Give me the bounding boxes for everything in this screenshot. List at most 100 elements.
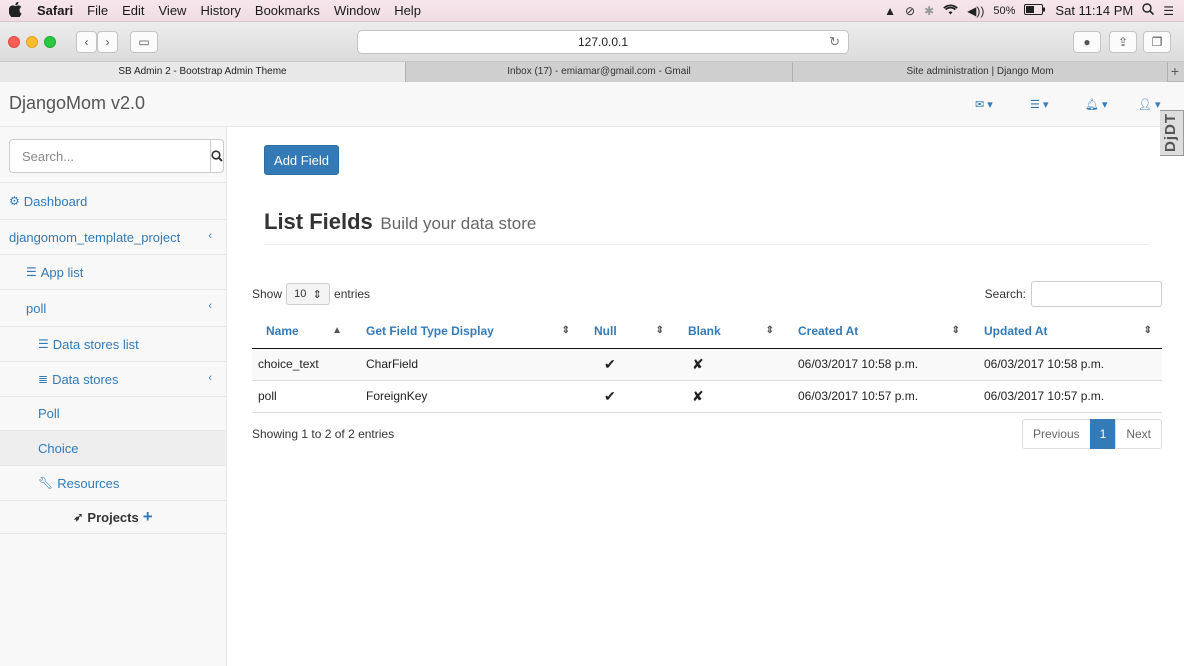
pagination-previous[interactable]: Previous (1021, 419, 1091, 449)
sidebar-search-input[interactable] (9, 139, 210, 173)
app-navbar: DjangoMom v2.0 ✉ ▾ ☰ ▾ 🔔︎ ▾ 👤︎ ▾ DjDT (0, 82, 1184, 156)
entries-per-page-value: 10 (294, 288, 307, 300)
cross-icon: ✘ (692, 387, 704, 404)
tabs-overview-button[interactable]: ❐ (1143, 31, 1171, 53)
reload-icon[interactable]: ↻ (829, 31, 840, 53)
sidebar-item-data-stores-list[interactable]: ☰ Data stores list (0, 327, 226, 362)
browser-tab-gmail[interactable]: Inbox (17) - emiamar@gmail.com - Gmail (406, 62, 793, 82)
sidebar-item-poll-app[interactable]: poll ‹ (0, 290, 226, 327)
address-bar[interactable]: 127.0.0.1 ↻ (357, 30, 849, 54)
url-text: 127.0.0.1 (577, 35, 629, 49)
table-info: Showing 1 to 2 of 2 entries (252, 427, 395, 441)
column-header-updated-at[interactable]: Updated At ⇕ (970, 315, 1162, 349)
chevron-left-icon: ‹ (208, 372, 212, 384)
menu-help[interactable]: Help (387, 3, 428, 18)
messages-dropdown[interactable]: ✉ ▾ (975, 98, 993, 111)
pagination-next[interactable]: Next (1115, 419, 1162, 449)
sidebar-item-label: Resources (57, 475, 120, 491)
column-header-created-at[interactable]: Created At ⇕ (784, 315, 970, 349)
share-button[interactable]: ⇪ (1109, 31, 1137, 53)
chevron-left-icon: ‹ (84, 35, 89, 49)
column-header-label: Null (594, 324, 617, 339)
bluetooth-icon[interactable]: ✱ (924, 4, 934, 18)
column-header-label: Name (266, 324, 299, 339)
minimize-window-button[interactable] (26, 36, 38, 48)
user-dropdown[interactable]: 👤︎ ▾ (1138, 98, 1161, 111)
cell-updated-at: 06/03/2017 10:58 p.m. (970, 347, 1162, 380)
sidebar-item-label: Dashboard (23, 193, 88, 209)
sidebar-toggle-button[interactable]: ▭ (130, 31, 158, 53)
browser-tab-django-admin[interactable]: Site administration | Django Mom (793, 62, 1168, 82)
plus-icon[interactable]: + (143, 507, 153, 527)
sidebar-item-choice-model[interactable]: Choice (0, 431, 226, 466)
table-filter: Search: (985, 281, 1162, 307)
sidebar-item-resources[interactable]: 🔧︎ Resources (0, 466, 226, 501)
pagination-page-1[interactable]: 1 (1089, 419, 1117, 449)
caret-down-icon: ▾ (1042, 99, 1049, 111)
zoom-window-button[interactable] (44, 36, 56, 48)
downloads-button[interactable]: ● (1073, 31, 1101, 53)
column-header-field-type[interactable]: Get Field Type Display ⇕ (352, 315, 580, 349)
browser-tab-sb-admin[interactable]: SB Admin 2 - Bootstrap Admin Theme (0, 62, 406, 82)
menu-app-name[interactable]: Safari (30, 3, 80, 18)
sidebar-item-label: Data stores (52, 371, 119, 387)
back-button[interactable]: ‹ (76, 31, 97, 53)
new-tab-button[interactable]: + (1168, 62, 1182, 81)
cell-blank: ✘ (674, 347, 784, 380)
list-icon: ☰ (26, 265, 37, 279)
notification-center-icon[interactable]: ☰ (1163, 4, 1174, 18)
menu-view[interactable]: View (152, 3, 194, 18)
column-header-label: Created At (798, 324, 859, 339)
volume-icon[interactable]: ◀)) (967, 4, 984, 18)
sidebar-item-label: App list (40, 264, 84, 280)
forward-button[interactable]: › (97, 31, 118, 53)
entries-per-page-select[interactable]: 10 ⇕ (286, 283, 331, 305)
menubar-status-area: ▲ ⊘ ✱ ◀)) 50% Sat 11:14 PM ☰ (884, 3, 1184, 18)
spotlight-search-icon[interactable] (1142, 3, 1155, 18)
cell-null: ✔ (580, 347, 674, 380)
show-label: Show (252, 287, 283, 301)
add-field-button[interactable]: Add Field (264, 145, 339, 175)
alerts-dropdown[interactable]: 🔔︎ ▾ (1085, 98, 1108, 111)
menu-file[interactable]: File (80, 3, 115, 18)
sidebar-item-dashboard[interactable]: ⚙ Dashboard (0, 183, 226, 220)
battery-percent: 50% (993, 4, 1016, 17)
cell-name: poll (252, 379, 352, 413)
apple-menu-icon[interactable] (0, 1, 30, 20)
cell-field-type: CharField (352, 347, 580, 380)
menu-bookmarks[interactable]: Bookmarks (248, 3, 327, 18)
filter-label: Search: (984, 287, 1026, 301)
sidebar-search (0, 127, 226, 183)
search-icon (211, 150, 223, 162)
download-icon: ● (1083, 35, 1091, 49)
clock[interactable]: Sat 11:14 PM (1055, 3, 1133, 18)
list-icon: ☰ (38, 337, 49, 351)
chevron-left-icon: ‹ (208, 230, 212, 242)
tabs-icon: ❐ (1151, 35, 1163, 49)
sort-asc-icon: ▲ (332, 325, 342, 336)
sidebar-item-project[interactable]: djangomom_template_project ‹ (0, 220, 226, 255)
sidebar-item-app-list[interactable]: ☰ App list (0, 255, 226, 290)
pagination: Previous 1 Next (1021, 419, 1162, 449)
tasks-dropdown[interactable]: ☰ ▾ (1030, 98, 1048, 111)
menu-history[interactable]: History (193, 3, 247, 18)
sidebar-search-button[interactable] (210, 139, 224, 173)
user-icon: 👤︎ (1138, 99, 1152, 111)
sidebar-item-projects[interactable]: ➶ Projects + (0, 501, 226, 534)
battery-icon[interactable] (1024, 3, 1046, 18)
drive-icon[interactable]: ▲ (884, 4, 896, 18)
column-header-blank[interactable]: Blank ⇕ (674, 315, 784, 349)
check-circle-icon[interactable]: ⊘ (905, 4, 915, 18)
menu-window[interactable]: Window (327, 3, 387, 18)
column-header-null[interactable]: Null ⇕ (580, 315, 674, 349)
sidebar-item-label: djangomom_template_project (9, 229, 181, 245)
wifi-icon[interactable] (943, 4, 958, 18)
table-search-input[interactable] (1031, 281, 1162, 307)
sidebar-item-data-stores[interactable]: ≣ Data stores ‹ (0, 362, 226, 397)
menu-edit[interactable]: Edit (115, 3, 151, 18)
sidebar-item-label: Poll (38, 406, 60, 421)
sidebar-item-poll-model[interactable]: Poll (0, 397, 226, 431)
column-header-name[interactable]: Name ▲ (252, 315, 352, 349)
main-content: Add Field List Fields Build your data st… (228, 127, 1184, 666)
close-window-button[interactable] (8, 36, 20, 48)
